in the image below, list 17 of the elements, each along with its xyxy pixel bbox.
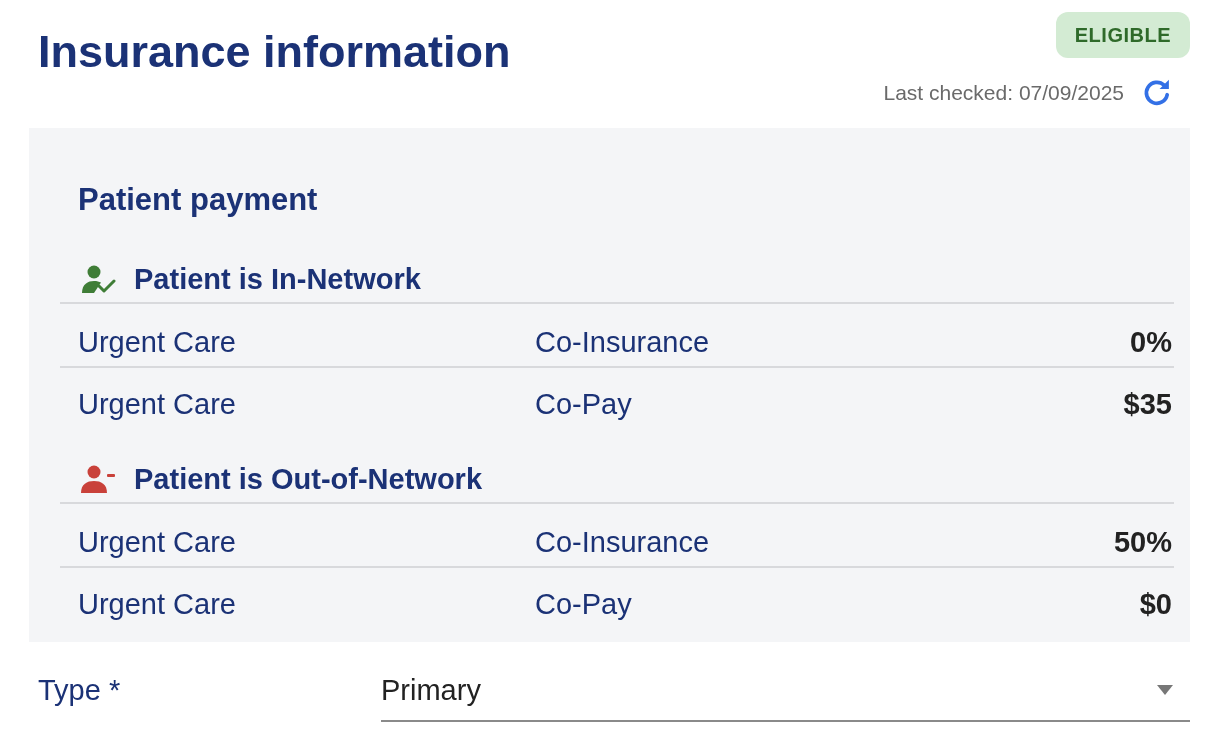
status-badge: ELIGIBLE [1055, 12, 1190, 58]
field-label: Type * [38, 673, 122, 708]
amount-cell: 0% [1130, 329, 1172, 355]
last-checked-text: Last checked: 07/09/2025 [883, 80, 1124, 106]
section-title: Patient payment [78, 182, 319, 218]
person-check-icon [80, 264, 116, 294]
amount-cell: 50% [1113, 529, 1172, 555]
group-title: Patient is Out-of-Network [134, 464, 482, 494]
benefit-cell-text: Co-Insurance [535, 329, 711, 355]
type-dropdown[interactable]: Primary [381, 672, 1190, 722]
group-title: Patient is In-Network [134, 264, 421, 294]
person-minus-icon [80, 464, 116, 494]
benefit-cell-text: Co-Insurance [535, 529, 711, 555]
amount-cell: $0 [1139, 591, 1172, 617]
amount-cell: $35 [1123, 391, 1172, 417]
page-title: Insurance information [38, 25, 511, 79]
caret-icon [1157, 685, 1173, 695]
